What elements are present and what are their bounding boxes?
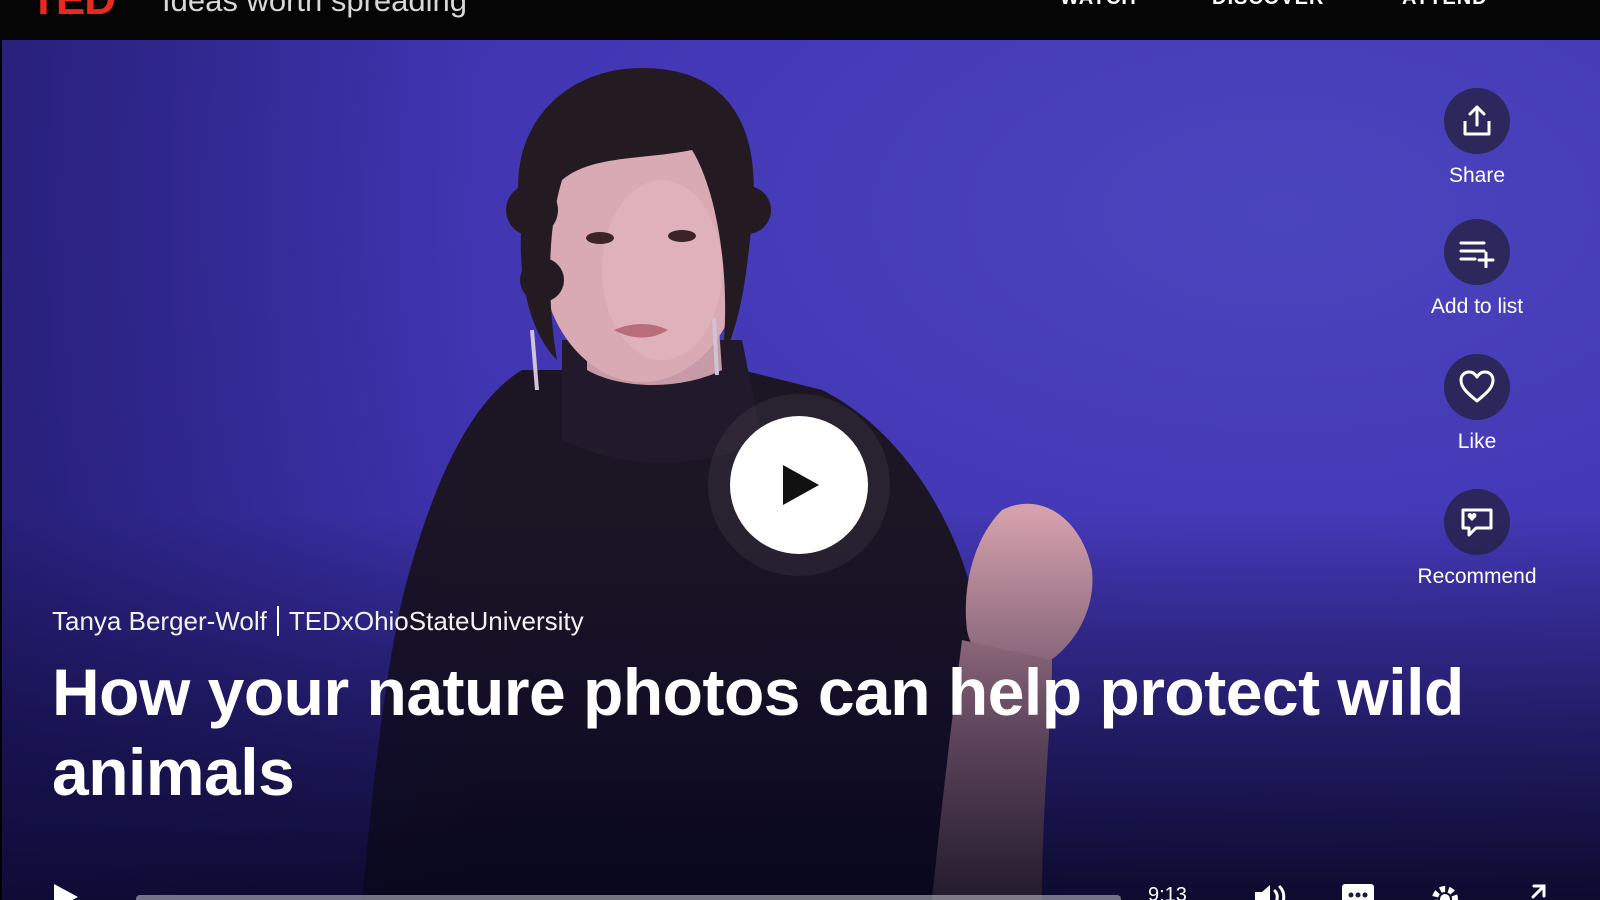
share-action[interactable]: Share [1397, 88, 1557, 188]
event-name[interactable]: TEDxOhioStateUniversity [289, 606, 584, 636]
ted-logo[interactable]: TED [30, 0, 116, 22]
add-to-list-label: Add to list [1430, 295, 1524, 318]
volume-icon[interactable] [1252, 882, 1290, 900]
speaker-name[interactable]: Tanya Berger-Wolf [52, 606, 267, 636]
talk-title: How your nature photos can help protect … [52, 655, 1464, 809]
recommend-action[interactable]: Recommend [1397, 489, 1557, 589]
video-player[interactable]: Share Add to list Like Recommend Tanya B… [2, 40, 1600, 900]
captions-icon[interactable] [1340, 882, 1376, 900]
heart-icon [1444, 354, 1510, 420]
talk-byline: Tanya Berger-Wolf TEDxOhioStateUniversity [52, 606, 584, 637]
add-to-list-action[interactable]: Add to list [1397, 219, 1557, 319]
fullscreen-icon[interactable] [1516, 882, 1548, 900]
add-to-list-icon [1444, 219, 1510, 285]
recommend-icon [1444, 489, 1510, 555]
nav-discover[interactable]: DISCOVER [1212, 0, 1324, 10]
top-navigation-bar: TED Ideas worth spreading WATCH DISCOVER… [0, 0, 1600, 40]
share-label: Share [1448, 164, 1506, 187]
byline-separator [276, 606, 279, 636]
tagline: Ideas worth spreading [162, 0, 468, 18]
settings-gear-icon[interactable] [1428, 882, 1462, 900]
share-icon [1444, 88, 1510, 154]
nav-watch[interactable]: WATCH [1060, 0, 1137, 10]
play-icon [783, 465, 819, 505]
progress-bar[interactable] [136, 895, 1121, 900]
recommend-label: Recommend [1417, 565, 1537, 588]
nav-attend[interactable]: ATTEND [1402, 0, 1488, 10]
player-controls: 9:13 [2, 860, 1600, 900]
play-icon[interactable] [50, 882, 80, 900]
like-action[interactable]: Like [1397, 354, 1557, 454]
like-label: Like [1457, 430, 1497, 453]
big-play-button[interactable] [730, 416, 868, 554]
duration-label: 9:13 [1148, 884, 1187, 900]
